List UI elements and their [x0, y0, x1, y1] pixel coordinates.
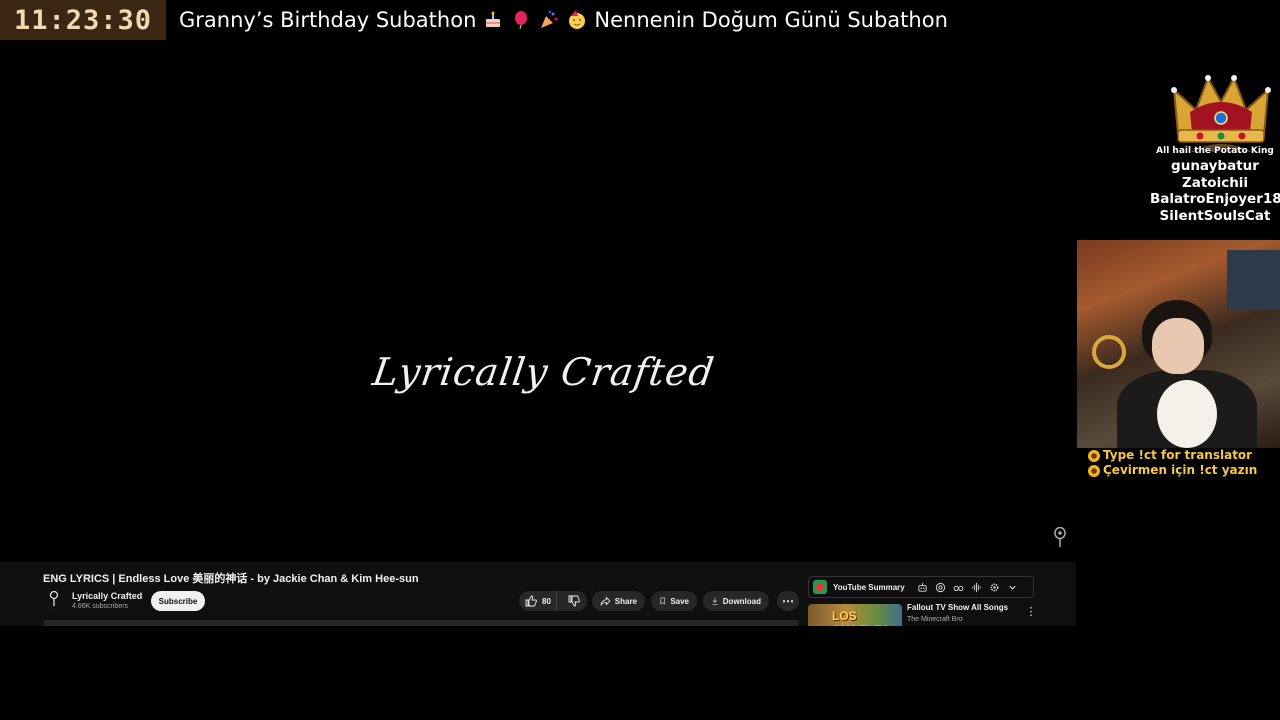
chevron-down-icon[interactable]: [1007, 581, 1019, 593]
channel-name[interactable]: Lyrically Crafted: [72, 591, 142, 601]
potato-king-leaderboard: All hail the Potato King gunaybatur Zato…: [1150, 72, 1280, 232]
settings-icon[interactable]: [989, 581, 1001, 593]
title-english: Granny’s Birthday Subathon: [179, 8, 477, 32]
translator-line-tr: Çevirmen için !ct yazın: [1088, 463, 1280, 478]
summary-logo-icon: [813, 580, 827, 594]
video-player[interactable]: Lyrically Crafted: [0, 40, 1076, 562]
leaderboard-name: BalatroEnjoyer18: [1150, 191, 1280, 207]
video-title: ENG LYRICS | Endless Love 美丽的神话 - by Jac…: [43, 573, 419, 585]
subscribe-button[interactable]: Subscribe: [151, 591, 205, 611]
leaderboard-name: Zatoichii: [1181, 174, 1249, 191]
thumbs-down-icon: [568, 595, 580, 607]
recommended-thumbnail[interactable]: LOS ANGELES: [808, 604, 902, 626]
download-icon: [712, 597, 718, 605]
glasses-icon[interactable]: [953, 581, 965, 593]
thumbnail-text: LOS ANGELES: [832, 609, 890, 626]
crown-icon: [1171, 75, 1271, 152]
save-button[interactable]: Save: [651, 591, 697, 611]
title-turkish: Nennenin Doğum Günü Subathon: [594, 8, 948, 32]
share-label: Share: [614, 596, 637, 606]
webcam-person-face: [1152, 318, 1204, 374]
robot-icon[interactable]: [917, 581, 929, 593]
balloon-icon: [510, 9, 532, 31]
cake-icon: [482, 9, 504, 31]
sunflower-icon: [1088, 449, 1100, 462]
pin-icon: [1054, 527, 1066, 547]
openai-icon[interactable]: [935, 581, 947, 593]
save-label: Save: [670, 596, 689, 606]
webcam-background-window: [1227, 250, 1280, 310]
sunflower-icon: [1088, 464, 1100, 477]
recommended-title[interactable]: Fallout TV Show All Songs: [907, 603, 1008, 612]
crown-names-list: gunaybatur Zatoichii BalatroEnjoyer18 Si…: [1150, 158, 1280, 224]
subathon-title: Granny’s Birthday Subathon Nennenin Doğu…: [179, 5, 948, 35]
summary-label: YouTube Summary: [833, 582, 905, 592]
webcam-background-ring: [1092, 335, 1126, 369]
more-actions-button[interactable]: ⋯: [777, 591, 799, 611]
partying-face-icon: [566, 9, 588, 31]
webcam-plush-duck: [1157, 380, 1217, 448]
download-label: Download: [722, 596, 761, 606]
channel-avatar[interactable]: [43, 588, 65, 610]
subathon-timer: 11:23:30: [0, 0, 166, 40]
dislike-button[interactable]: [561, 591, 587, 611]
recommended-channel[interactable]: The Minecraft Bro: [907, 616, 963, 623]
youtube-summary-extension[interactable]: YouTube Summary: [808, 576, 1034, 598]
party-popper-icon: [538, 9, 560, 31]
description-box-edge: [43, 620, 799, 626]
share-button[interactable]: Share: [592, 591, 645, 611]
translator-notice: Type !ct for translator Çevirmen için !c…: [1088, 448, 1280, 478]
streamer-webcam: [1077, 240, 1280, 448]
bookmark-icon: [660, 597, 665, 605]
youtube-info-bar: ENG LYRICS | Endless Love 美丽的神话 - by Jac…: [0, 562, 1076, 626]
download-button[interactable]: Download: [703, 591, 769, 611]
translator-line-en: Type !ct for translator: [1088, 448, 1280, 463]
crown-banner: All hail the Potato King: [1156, 146, 1274, 156]
like-button[interactable]: 80: [519, 591, 557, 611]
share-icon: [600, 596, 611, 606]
subscriber-count: 4.66K subscribers: [72, 603, 129, 610]
translator-text-en: Type !ct for translator: [1103, 448, 1253, 462]
leaderboard-name: SilentSoulsCat: [1159, 207, 1271, 224]
thumbs-up-icon: [525, 595, 537, 607]
recommended-menu-button[interactable]: ⋮: [1026, 604, 1037, 618]
like-dislike-group: 80: [519, 591, 587, 611]
channel-logo-text: Lyrically Crafted: [370, 350, 718, 394]
like-count: 80: [542, 596, 551, 606]
translator-text-tr: Çevirmen için !ct yazın: [1103, 463, 1258, 477]
leaderboard-name: gunaybatur: [1171, 158, 1259, 174]
waveform-icon[interactable]: [971, 581, 983, 593]
